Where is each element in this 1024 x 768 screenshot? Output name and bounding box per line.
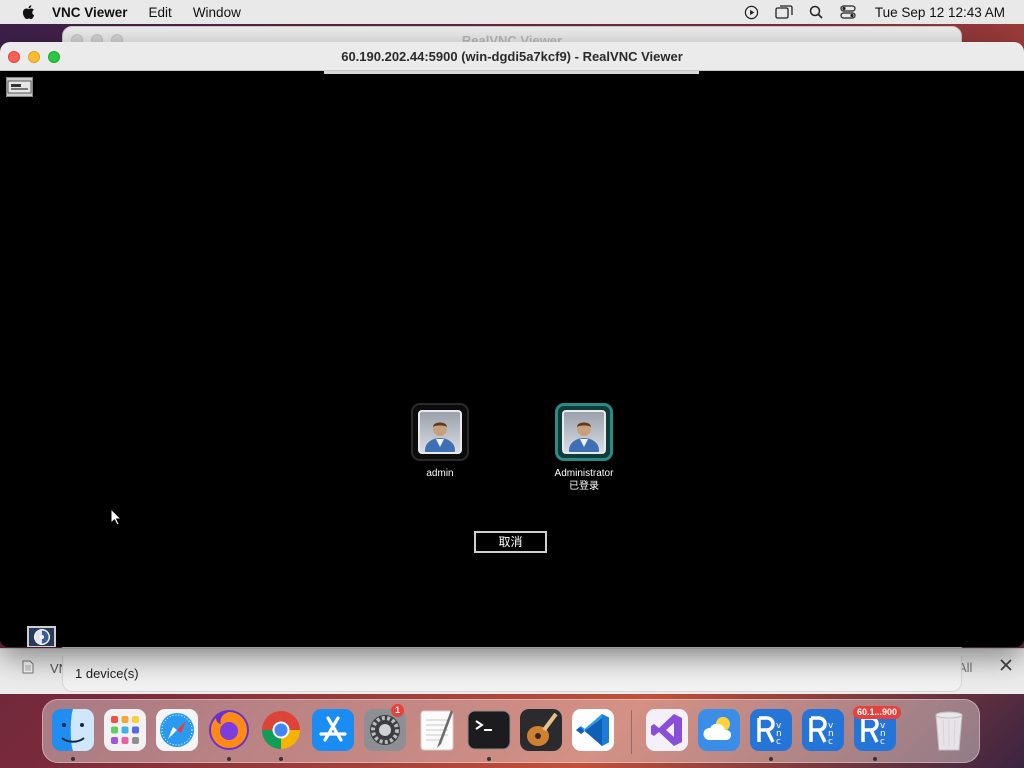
dock-app-store[interactable] bbox=[311, 708, 355, 752]
dock-vnc-viewer-1[interactable]: v n c bbox=[749, 708, 793, 752]
vnc-titlebar[interactable]: 60.190.202.44:5900 (win-dgdi5a7kcf9) - R… bbox=[0, 42, 1024, 71]
apple-menu-icon[interactable] bbox=[20, 3, 38, 21]
vnc-viewer-icon: v n c bbox=[750, 709, 792, 751]
user-avatar-icon bbox=[569, 422, 599, 452]
svg-text:c: c bbox=[828, 737, 833, 747]
user-tile-admin[interactable]: admin bbox=[401, 403, 479, 480]
menu-window[interactable]: Window bbox=[193, 5, 241, 20]
screen-record-icon[interactable] bbox=[743, 4, 761, 20]
dock-instruments[interactable] bbox=[519, 708, 563, 752]
vnc-viewer-window[interactable]: 60.190.202.44:5900 (win-dgdi5a7kcf9) - R… bbox=[0, 42, 1024, 647]
dock-firefox[interactable] bbox=[207, 708, 251, 752]
user-avatar bbox=[418, 410, 462, 454]
firefox-icon bbox=[209, 710, 249, 750]
device-count-bar: 1 device(s) bbox=[62, 656, 962, 692]
dock-trash[interactable] bbox=[927, 708, 971, 752]
vnc-viewer-icon: v n c bbox=[802, 709, 844, 751]
user-name: Administrator bbox=[554, 468, 614, 479]
document-icon[interactable] bbox=[22, 660, 34, 674]
dock-vnc-viewer-2[interactable]: v n c bbox=[801, 708, 845, 752]
dock-launchpad[interactable] bbox=[103, 708, 147, 752]
terminal-icon bbox=[467, 710, 511, 750]
dock-textedit[interactable] bbox=[415, 708, 459, 752]
chrome-icon bbox=[261, 711, 301, 750]
device-count: 1 device(s) bbox=[75, 666, 139, 681]
notification-badge: 1 bbox=[391, 704, 405, 717]
menu-bar: VNC Viewer Edit Window Tue Sep 12 12:43 … bbox=[0, 0, 1024, 24]
menu-app-name[interactable]: VNC Viewer bbox=[52, 5, 128, 20]
running-indicator bbox=[873, 757, 877, 761]
running-indicator bbox=[279, 757, 283, 761]
ease-of-access-icon[interactable] bbox=[27, 626, 56, 647]
session-badge: 60.1...900 bbox=[853, 706, 902, 719]
running-indicator bbox=[487, 757, 491, 761]
vscode-icon bbox=[572, 709, 614, 751]
trash-icon bbox=[935, 711, 963, 751]
textedit-icon bbox=[420, 710, 454, 751]
dock-separator bbox=[631, 710, 632, 754]
app-store-icon bbox=[312, 709, 354, 751]
finder-icon bbox=[52, 709, 94, 751]
running-indicator bbox=[769, 757, 773, 761]
mouse-pointer-icon bbox=[110, 508, 122, 526]
launchpad-icon bbox=[104, 709, 146, 751]
control-center-icon[interactable] bbox=[839, 4, 857, 20]
dock-visual-studio[interactable] bbox=[645, 708, 689, 752]
user-avatar bbox=[562, 410, 606, 454]
running-indicator bbox=[227, 757, 231, 761]
window-switch-icon[interactable] bbox=[775, 4, 793, 20]
vnc-toolbar-handle[interactable] bbox=[324, 71, 699, 74]
dock-vnc-viewer-session[interactable]: v n c 60.1...900 bbox=[853, 706, 902, 752]
remote-computer-icon[interactable] bbox=[6, 77, 33, 97]
instruments-icon bbox=[520, 709, 562, 751]
safari-icon bbox=[156, 709, 198, 751]
user-name: admin bbox=[426, 468, 454, 479]
close-icon[interactable] bbox=[998, 657, 1014, 673]
dock-finder[interactable] bbox=[51, 708, 95, 752]
user-frame-selected bbox=[555, 403, 613, 461]
user-frame bbox=[411, 403, 469, 461]
weather-icon bbox=[698, 709, 740, 751]
svg-text:c: c bbox=[880, 737, 885, 747]
vnc-window-title: 60.190.202.44:5900 (win-dgdi5a7kcf9) - R… bbox=[341, 49, 683, 64]
dock-vscode[interactable] bbox=[571, 708, 615, 752]
user-avatar-icon bbox=[425, 422, 455, 452]
remote-desktop-screen[interactable]: admin Administrator 已登录 取消 bbox=[0, 71, 1024, 647]
menu-edit[interactable]: Edit bbox=[149, 5, 172, 20]
menubar-clock[interactable]: Tue Sep 12 12:43 AM bbox=[875, 5, 1005, 20]
spotlight-search-icon[interactable] bbox=[807, 4, 825, 20]
svg-text:c: c bbox=[776, 737, 781, 747]
visual-studio-icon bbox=[646, 709, 688, 751]
dock-terminal[interactable] bbox=[467, 708, 511, 752]
dock-chrome[interactable] bbox=[259, 708, 303, 752]
dock-weather[interactable] bbox=[697, 708, 741, 752]
user-logged-in-status: 已登录 bbox=[569, 481, 599, 492]
running-indicator bbox=[71, 757, 75, 761]
user-tile-administrator[interactable]: Administrator 已登录 bbox=[543, 403, 625, 493]
cancel-button[interactable]: 取消 bbox=[474, 531, 547, 553]
dock-safari[interactable] bbox=[155, 708, 199, 752]
dock-system-settings[interactable]: 1 bbox=[363, 704, 407, 752]
dock: 1 v n c v n c v n c 60.1...900 bbox=[42, 699, 980, 763]
